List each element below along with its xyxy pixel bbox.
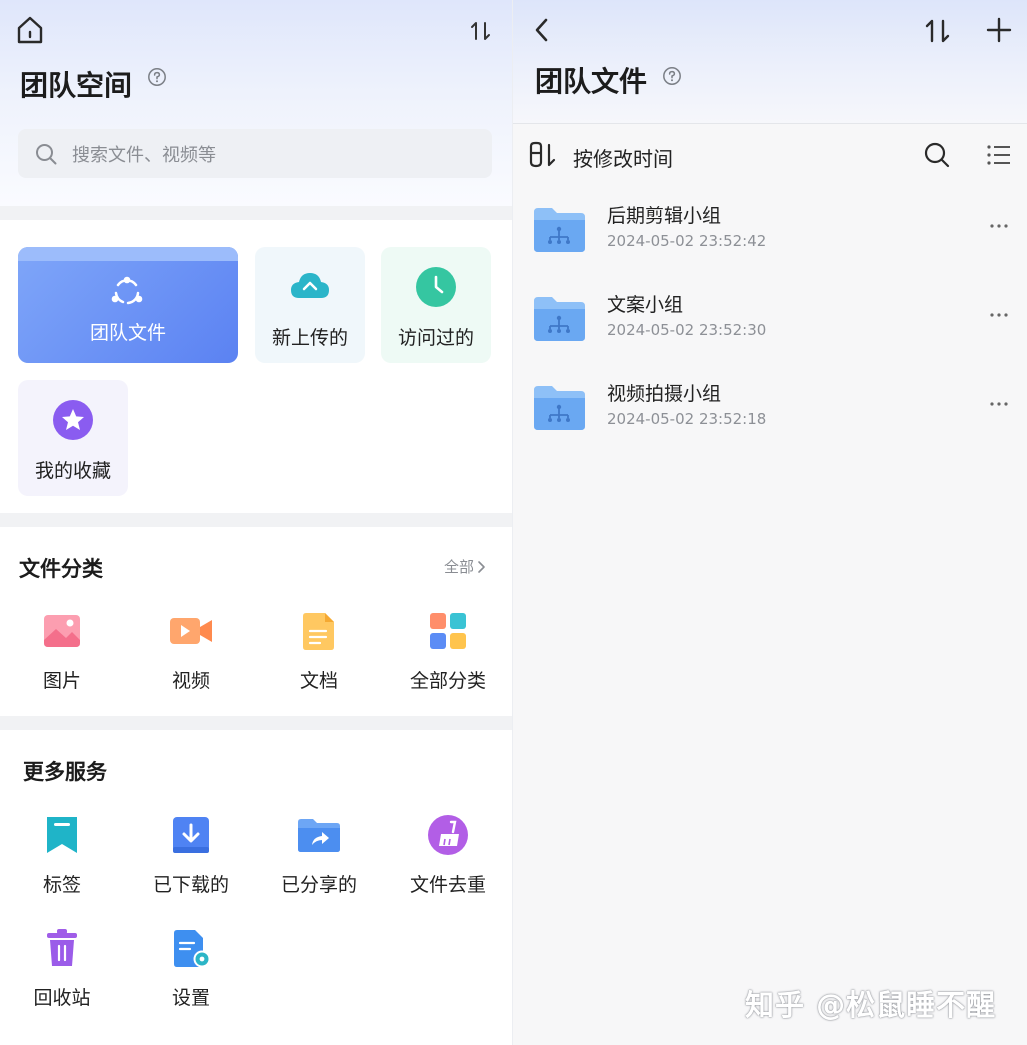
cloud-upload-icon xyxy=(291,273,329,298)
more-options-icon[interactable] xyxy=(987,303,1011,327)
search-placeholder: 搜索文件、视频等 xyxy=(72,144,216,166)
visited-label: 访问过的 xyxy=(397,327,474,349)
page-title: 团队文件 xyxy=(535,65,648,98)
folder-modified-time: 2024-05-02 23:52:18 xyxy=(607,410,767,428)
folder-row[interactable]: 后期剪辑小组 2024-05-02 23:52:42 xyxy=(513,186,1027,274)
image-icon xyxy=(44,615,80,647)
service-label: 已下载的 xyxy=(152,874,229,896)
service-label: 回收站 xyxy=(33,987,91,1009)
service-recycle-bin[interactable]: 回收站 xyxy=(2,927,122,1010)
sort-toggle-icon[interactable] xyxy=(466,16,496,46)
page-title: 团队空间 xyxy=(20,69,133,102)
team-files-label: 团队文件 xyxy=(89,322,166,344)
category-label: 全部分类 xyxy=(409,670,486,692)
folder-row[interactable]: 文案小组 2024-05-02 23:52:30 xyxy=(513,275,1027,363)
video-icon xyxy=(170,618,212,644)
all-categories-icon xyxy=(430,613,466,649)
chevron-right-icon xyxy=(478,560,485,573)
folder-name: 后期剪辑小组 xyxy=(607,205,722,227)
new-uploads-label: 新上传的 xyxy=(271,327,348,349)
service-label: 已分享的 xyxy=(280,874,357,896)
search-input[interactable]: 搜索文件、视频等 xyxy=(18,129,492,178)
folder-modified-time: 2024-05-02 23:52:30 xyxy=(607,321,767,339)
star-icon xyxy=(53,400,93,440)
team-folder-icon xyxy=(534,386,585,430)
visited-tile[interactable]: 访问过的 xyxy=(381,247,491,363)
sort-label[interactable]: 按修改时间 xyxy=(573,143,673,172)
view-all-categories-link[interactable]: 全部 xyxy=(444,556,488,577)
service-tags[interactable]: 标签 xyxy=(2,814,122,897)
sort-bar: 按修改时间 xyxy=(513,124,1027,186)
bookmark-icon xyxy=(47,817,77,853)
service-label: 文件去重 xyxy=(409,874,486,896)
team-files-tile[interactable]: 团队文件 xyxy=(18,247,238,363)
sort-by-time-icon[interactable] xyxy=(527,140,557,170)
list-view-icon[interactable] xyxy=(985,141,1013,169)
category-videos[interactable]: 视频 xyxy=(131,610,251,693)
watermark-text: 知乎 @松鼠睡不醒 xyxy=(745,988,997,1022)
clock-icon xyxy=(416,267,456,307)
team-folder-icon xyxy=(534,208,585,252)
section-divider xyxy=(0,206,513,220)
back-arrow-icon[interactable] xyxy=(527,14,557,46)
dedupe-broom-icon xyxy=(428,815,468,855)
team-sync-icon xyxy=(111,276,143,305)
search-icon[interactable] xyxy=(923,141,951,169)
service-downloaded[interactable]: 已下载的 xyxy=(131,814,251,897)
view-all-label: 全部 xyxy=(444,558,475,576)
category-label: 图片 xyxy=(42,670,81,692)
section-divider xyxy=(0,716,513,730)
help-icon[interactable] xyxy=(662,66,682,86)
team-files-pane: 团队文件 按修改时间 后期剪辑小组 2024-05-02 23:52:42 文案… xyxy=(513,0,1027,1045)
folder-name: 文案小组 xyxy=(607,294,684,316)
more-services-title: 更多服务 xyxy=(23,760,107,784)
folder-row[interactable]: 视频拍摄小组 2024-05-02 23:52:18 xyxy=(513,364,1027,452)
category-label: 视频 xyxy=(171,670,210,692)
service-dedupe[interactable]: 文件去重 xyxy=(388,814,508,897)
folder-modified-time: 2024-05-02 23:52:42 xyxy=(607,232,767,250)
category-images[interactable]: 图片 xyxy=(2,610,122,693)
service-label: 设置 xyxy=(171,987,210,1009)
document-icon xyxy=(303,613,334,650)
file-categories-title: 文件分类 xyxy=(19,557,103,581)
trash-icon xyxy=(47,929,77,966)
add-icon[interactable] xyxy=(981,12,1017,48)
home-icon[interactable] xyxy=(14,14,46,46)
service-shared[interactable]: 已分享的 xyxy=(259,814,379,897)
search-icon xyxy=(34,142,58,166)
download-icon xyxy=(173,817,209,853)
new-uploads-tile[interactable]: 新上传的 xyxy=(255,247,365,363)
section-divider xyxy=(0,513,513,527)
team-folder-icon xyxy=(534,297,585,341)
more-options-icon[interactable] xyxy=(987,214,1011,238)
sort-toggle-icon[interactable] xyxy=(921,14,955,48)
settings-icon xyxy=(174,930,211,968)
category-documents[interactable]: 文档 xyxy=(259,610,379,693)
favorites-tile[interactable]: 我的收藏 xyxy=(18,380,128,496)
service-label: 标签 xyxy=(42,874,81,896)
category-all[interactable]: 全部分类 xyxy=(388,610,508,693)
help-icon[interactable] xyxy=(147,67,167,87)
more-options-icon[interactable] xyxy=(987,392,1011,416)
service-settings[interactable]: 设置 xyxy=(131,927,251,1010)
favorites-label: 我的收藏 xyxy=(34,460,111,482)
team-space-pane: 团队空间 搜索文件、视频等 团队文件 新上传的 访问过的 我的收藏 文件分类 全… xyxy=(0,0,513,1045)
folder-tab-decoration xyxy=(18,247,238,261)
share-folder-icon xyxy=(298,819,340,852)
folder-name: 视频拍摄小组 xyxy=(607,383,722,405)
category-label: 文档 xyxy=(299,670,338,692)
